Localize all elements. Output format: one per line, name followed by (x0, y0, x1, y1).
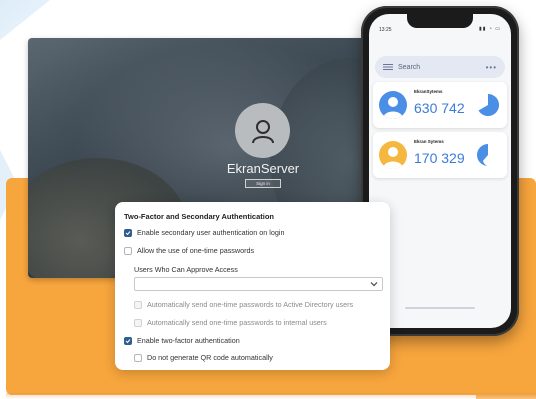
account-card[interactable]: Ekran Sytems 170 329 (373, 132, 507, 178)
account-name: EkranSytems (414, 89, 443, 94)
server-name: EkranServer (226, 161, 300, 176)
checkbox-unchecked[interactable] (124, 246, 132, 255)
option-label: Automatically send one-time passwords to… (147, 318, 327, 327)
option-label: Do not generate QR code automatically (147, 353, 273, 362)
signal-wifi-battery-icon: ▮▮ ◔ ▭ (478, 26, 501, 32)
checkbox-checked[interactable] (124, 336, 132, 345)
option-label: Enable two-factor authentication (137, 336, 240, 345)
check-icon (125, 338, 131, 343)
account-value: 170 329 (414, 150, 465, 166)
checkbox-disabled[interactable] (134, 300, 142, 309)
two-factor-settings-dialog: Two-Factor and Secondary Authentication … (115, 202, 390, 370)
menu-icon[interactable] (383, 64, 393, 70)
dialog-title: Two-Factor and Secondary Authentication (124, 212, 275, 221)
more-options-icon[interactable]: ••• (486, 63, 497, 72)
checkbox-unchecked[interactable] (134, 353, 142, 362)
checkbox-disabled[interactable] (134, 318, 142, 327)
phone-notch (407, 14, 473, 28)
user-avatar-icon (235, 103, 290, 158)
option-label: Enable secondary user authentication on … (137, 228, 285, 237)
account-avatar-icon (379, 91, 407, 119)
account-card[interactable]: EkranSytems 630 742 (373, 82, 507, 128)
option-label: Automatically send one-time passwords to… (147, 300, 354, 309)
account-name: Ekran Sytems (414, 139, 444, 144)
option-label: Allow the use of one-time passwords (137, 246, 255, 255)
check-icon (125, 230, 131, 235)
option-no-qr-code[interactable]: Do not generate QR code automatically (134, 353, 273, 362)
decor-shadow (6, 393, 536, 399)
option-send-otp-internal-users[interactable]: Automatically send one-time passwords to… (134, 318, 327, 327)
decor-shape-top (0, 0, 50, 40)
phone-search-bar[interactable]: Search ••• (375, 56, 505, 78)
pie-chart-icon (477, 144, 488, 166)
option-secondary-auth[interactable]: Enable secondary user authentication on … (124, 228, 284, 237)
chevron-down-icon (370, 282, 378, 287)
account-avatar-icon (379, 141, 407, 169)
sign-in-button[interactable]: Sign in (245, 179, 281, 188)
checkbox-checked[interactable] (124, 228, 132, 237)
option-two-factor[interactable]: Enable two-factor authentication (124, 336, 240, 345)
phone-search-placeholder: Search (398, 63, 421, 71)
approvers-select[interactable] (134, 277, 383, 291)
account-value: 630 742 (414, 100, 465, 116)
status-time: 13:25 (379, 27, 392, 33)
home-indicator (405, 307, 475, 309)
option-send-otp-ad-users[interactable]: Automatically send one-time passwords to… (134, 300, 353, 309)
approvers-label: Users Who Can Approve Access (134, 265, 238, 274)
pie-chart-icon (478, 94, 499, 116)
phone-screen: 13:25 ▮▮ ◔ ▭ Search ••• EkranSytems 630 … (369, 14, 511, 328)
option-one-time-passwords[interactable]: Allow the use of one-time passwords (124, 246, 254, 255)
